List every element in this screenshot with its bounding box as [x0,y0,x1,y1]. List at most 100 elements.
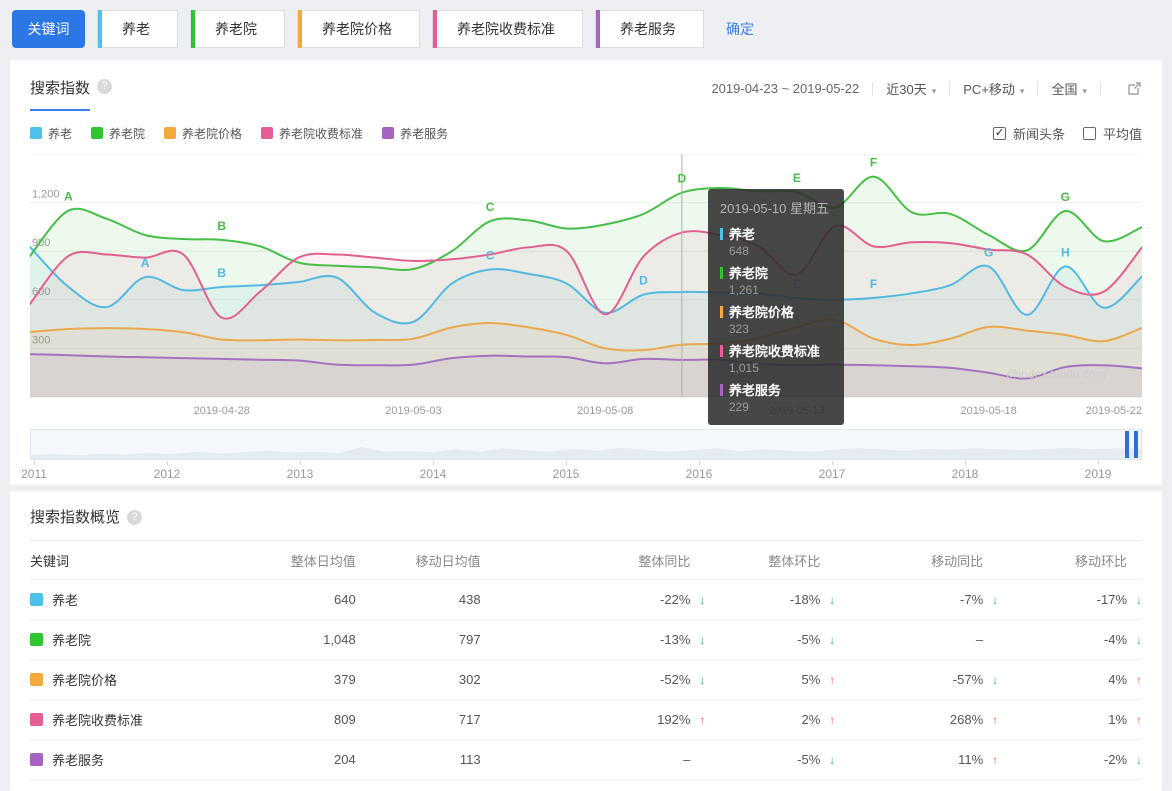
svg-text:2019-05-08: 2019-05-08 [577,405,633,417]
column-header-1: 关键词 [30,553,70,569]
event-marker-F: F [870,277,877,291]
tooltip-value: 229 [728,400,749,414]
keyword-button[interactable]: 关键词 [12,10,85,48]
tooltip-item: 养老院 1,261 [719,263,832,297]
tooltip-value: 323 [728,322,749,336]
slider-handle-left[interactable] [1125,431,1129,458]
mobile-avg-cell: 113 [459,752,481,767]
checkbox-unchecked-icon[interactable] [1082,126,1096,140]
divider [872,81,874,96]
keyword-chip-3[interactable]: 养老院价格 [297,10,420,48]
legend-item-2[interactable]: 养老院 [91,125,145,142]
checkbox-checked-icon[interactable]: ✓ [992,126,1006,140]
tooltip-color-bar [719,266,723,279]
percent-value: 192% [657,712,691,727]
up-arrow-icon: ↑ [992,752,999,767]
legend-item-3[interactable]: 养老院价格 [164,125,242,142]
down-arrow-icon: ↓ [1136,752,1143,767]
year-tick [699,461,700,465]
legend-label: 养老院 [109,126,146,141]
legend-swatch [261,127,274,139]
legend-label: 养老院价格 [182,126,243,141]
tooltip-item: 养老院收费标准 1,015 [719,341,832,375]
year-tick [433,461,434,465]
time-range-slider[interactable] [30,429,1142,460]
legend-item-4[interactable]: 养老院收费标准 [261,125,363,142]
confirm-link[interactable]: 确定 [726,19,754,39]
percent-cell: -5% ↓ [705,632,835,647]
date-range[interactable]: 2019-04-23 ~ 2019-05-22 [711,81,859,96]
percent-cell: -5% ↓ [705,752,835,767]
percent-cell: 11% ↑ [835,752,998,767]
overall-avg-cell: 204 [334,752,356,767]
percent-value: 5% [801,672,821,687]
checkbox-2[interactable]: 平均值 [1082,124,1142,143]
up-arrow-icon: ↑ [829,712,836,727]
year-label-2016: 2016 [685,467,713,481]
down-arrow-icon: ↓ [699,672,706,687]
percent-cell: -4% ↓ [998,632,1142,647]
keyword-chip-label: 养老 [122,21,150,37]
year-label-2011: 2011 [21,467,47,481]
keyword-cell: 养老院 [30,630,256,649]
keyword-color-bar [596,10,600,48]
keyword-name: 养老院 [52,633,92,648]
keyword-swatch [30,753,43,766]
percent-value: 2% [801,712,821,727]
keyword-chip-4[interactable]: 养老院收费标准 [432,10,583,48]
percent-value: -2% [1103,752,1128,767]
filter-dropdown-1[interactable]: 近30天 [886,79,936,98]
filter-dropdown-2[interactable]: PC+移动 [963,79,1024,98]
legend-item-5[interactable]: 养老服务 [382,125,448,142]
tooltip-date: 2019-05-10 星期五 [719,201,829,216]
tooltip-series-name: 养老院 [719,263,832,282]
keyword-chip-label: 养老院 [215,21,257,37]
tooltip-color-bar [719,305,723,318]
tooltip-name-text: 养老服务 [728,383,781,398]
filter-bar: 2019-04-23 ~ 2019-05-22 近30天 PC+移动 全国 [711,79,1142,98]
legend-swatch [382,127,395,139]
keyword-name: 养老院收费标准 [52,713,144,728]
svg-text:1,200: 1,200 [32,189,60,201]
checkbox-group: ✓ 新闻头条 平均值 [992,124,1142,143]
percent-value: -4% [1103,632,1128,647]
keyword-color-bar [98,10,102,48]
year-label-2015: 2015 [552,467,580,481]
legend-item-1[interactable]: 养老 [30,125,72,142]
filter-dropdown-3[interactable]: 全国 [1051,79,1087,98]
percent-value: -17% [1096,592,1128,607]
event-marker-H: H [1061,245,1070,259]
column-header-label: 移动环比 [1075,553,1128,569]
tab-search-index[interactable]: 搜索指数 [30,77,91,111]
checkbox-label: 平均值 [1102,126,1142,142]
column-header-7: 移动环比 [998,551,1142,570]
percent-value: -13% [660,632,691,647]
event-marker-G: G [984,245,993,259]
percent-value: -5% [797,632,821,647]
percent-value: -18% [789,592,821,607]
chart-tooltip: 2019-05-10 星期五 养老 648 养老院 1,261 养老院价格 323 养老院收… [707,189,844,425]
keyword-chip-1[interactable]: 养老 [97,10,178,48]
help-icon[interactable] [97,79,113,94]
trend-chart[interactable]: 3006009001,2001,500ABCDEFGABCDEFGH2019-0… [29,140,1143,425]
keyword-cell: 养老服务 [30,750,256,769]
overview-help-icon[interactable] [127,510,143,525]
column-header-label: 整体同比 [638,553,691,569]
up-arrow-icon: ↑ [992,712,999,727]
percent-cell: -17% ↓ [998,592,1142,607]
checkbox-checked-1[interactable]: ✓ 新闻头条 [992,124,1065,143]
event-marker-C: C [486,249,495,263]
filter-group: 近30天 PC+移动 全国 [859,79,1087,98]
year-label-2014: 2014 [419,467,447,481]
slider-handle-right[interactable] [1134,431,1138,458]
mobile-avg-cell: 438 [458,592,481,607]
tooltip-name-text: 养老院价格 [728,305,794,320]
open-in-new-icon[interactable] [1127,81,1142,96]
year-tick [832,461,833,465]
keyword-chip-2[interactable]: 养老院 [190,10,285,48]
keyword-chips: 养老 养老院 养老院价格 养老院收费标准 养老服务 [97,10,704,48]
overview-header: 搜索指数概览 [30,491,1142,541]
keyword-chip-5[interactable]: 养老服务 [595,10,704,48]
percent-cell: -22% ↓ [481,592,705,607]
chart-canvas[interactable]: 3006009001,2001,500ABCDEFGABCDEFGH2019-0… [29,140,1143,420]
